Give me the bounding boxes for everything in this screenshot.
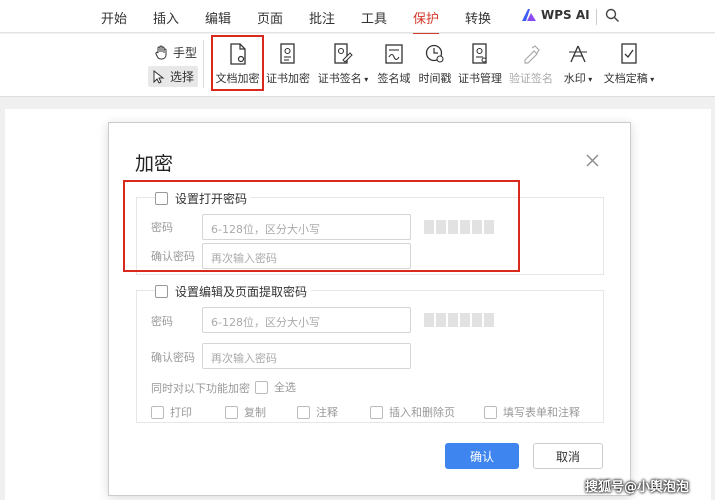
edit-password-checkbox-row[interactable]: 设置编辑及页面提取密码 bbox=[155, 283, 312, 300]
permission-print-row[interactable]: 打印 bbox=[151, 404, 192, 420]
certificate-sign-icon bbox=[334, 43, 353, 64]
chevron-down-icon: ▾ bbox=[361, 75, 369, 84]
certificate-encrypt-label: 证书加密 bbox=[266, 72, 310, 85]
permission-annotate-checkbox[interactable] bbox=[297, 405, 310, 419]
permission-forms-row[interactable]: 填写表单和注释 bbox=[484, 404, 580, 420]
select-tool-button[interactable]: 选择 bbox=[148, 66, 199, 87]
chevron-down-icon: ▾ bbox=[647, 75, 655, 84]
verify-signature-icon bbox=[524, 45, 540, 64]
edit-password-input[interactable]: 6-128位，区分大小写 bbox=[202, 307, 411, 333]
permission-annotate-row[interactable]: 注释 bbox=[297, 404, 338, 420]
timestamp-label: 时间戳 bbox=[418, 72, 452, 85]
hand-tool-label: 手型 bbox=[173, 46, 198, 60]
permission-copy-checkbox[interactable] bbox=[225, 405, 238, 419]
finalize-document-button[interactable]: 文档定稿 ▾ bbox=[602, 42, 656, 90]
timestamp-icon bbox=[425, 44, 444, 63]
confirm-button[interactable]: 确认 bbox=[445, 443, 519, 469]
permission-print-label: 打印 bbox=[170, 406, 192, 419]
edit-password-checkbox[interactable] bbox=[155, 285, 168, 298]
certificate-encrypt-button[interactable]: 证书加密 bbox=[265, 42, 311, 90]
menu-convert[interactable]: 转换 bbox=[465, 8, 491, 27]
menu-bar: 开始 插入 编辑 页面 批注 工具 保护 转换 WPS AI bbox=[0, 0, 715, 35]
certificate-manage-button[interactable]: 证书管理 bbox=[458, 42, 502, 90]
menu-start[interactable]: 开始 bbox=[101, 8, 127, 27]
select-tool-label: 选择 bbox=[170, 70, 195, 84]
highlight-box-encrypt-button bbox=[211, 35, 264, 91]
permission-pages-label: 插入和删除页 bbox=[389, 406, 455, 419]
permission-intro-label: 同时对以下功能加密 bbox=[151, 382, 250, 395]
edit-password-checkbox-label: 设置编辑及页面提取密码 bbox=[175, 285, 308, 299]
verify-signature-label: 验证签名 bbox=[509, 72, 553, 85]
edit-password-label: 密码 bbox=[151, 315, 173, 328]
hand-tool-button[interactable]: 手型 bbox=[150, 42, 201, 63]
wps-ai-label: WPS AI bbox=[541, 8, 590, 22]
permission-print-checkbox[interactable] bbox=[151, 405, 164, 419]
verify-signature-button[interactable]: 验证签名 bbox=[509, 42, 553, 90]
watermark-icon bbox=[569, 45, 587, 63]
watermark-button[interactable]: 水印 ▾ bbox=[561, 42, 595, 90]
permission-pages-row[interactable]: 插入和删除页 bbox=[370, 404, 455, 420]
edit-confirm-input[interactable]: 再次输入密码 bbox=[202, 343, 411, 369]
menu-edit[interactable]: 编辑 bbox=[205, 8, 231, 27]
certificate-sign-label: 证书签名 ▾ bbox=[317, 72, 369, 85]
permission-annotate-label: 注释 bbox=[316, 406, 338, 419]
encrypt-dialog: 加密 设置打开密码 密码 6-128位，区分大小写 确认密码 再次输入密码 设置… bbox=[108, 122, 631, 496]
signature-field-label: 签名域 bbox=[377, 72, 411, 85]
select-all-checkbox-row[interactable]: 全选 bbox=[255, 379, 296, 395]
signature-field-button[interactable]: 签名域 bbox=[377, 42, 411, 90]
timestamp-button[interactable]: 时间戳 bbox=[418, 42, 452, 90]
menu-insert[interactable]: 插入 bbox=[153, 8, 179, 27]
finalize-document-label: 文档定稿 ▾ bbox=[603, 72, 655, 85]
hand-icon bbox=[155, 45, 167, 60]
certificate-manage-label: 证书管理 bbox=[458, 72, 502, 85]
permission-forms-checkbox[interactable] bbox=[484, 405, 497, 419]
edit-confirm-label: 确认密码 bbox=[151, 351, 195, 364]
search-icon[interactable] bbox=[605, 8, 620, 27]
wps-ai-button[interactable]: WPS AI bbox=[521, 8, 590, 22]
toolbar-divider bbox=[203, 40, 204, 88]
menu-tools[interactable]: 工具 bbox=[361, 8, 387, 27]
certificate-sign-button[interactable]: 证书签名 ▾ bbox=[317, 42, 369, 90]
highlight-box-open-password bbox=[123, 180, 520, 272]
menu-protect[interactable]: 保护 bbox=[413, 8, 440, 35]
menu-comment[interactable]: 批注 bbox=[309, 8, 335, 27]
certificate-lock-icon bbox=[280, 43, 295, 64]
certificate-manage-icon bbox=[472, 43, 487, 64]
permission-forms-label: 填写表单和注释 bbox=[503, 406, 580, 419]
menu-page[interactable]: 页面 bbox=[257, 8, 283, 27]
cancel-button[interactable]: 取消 bbox=[533, 443, 603, 469]
edit-password-group: 设置编辑及页面提取密码 密码 6-128位，区分大小写 确认密码 再次输入密码 … bbox=[136, 283, 604, 423]
watermark-text: 搜狐号@小舆泡泡 bbox=[585, 480, 690, 495]
permission-copy-label: 复制 bbox=[244, 406, 266, 419]
permission-pages-checkbox[interactable] bbox=[370, 405, 383, 419]
select-all-checkbox[interactable] bbox=[255, 380, 268, 394]
permission-copy-row[interactable]: 复制 bbox=[225, 404, 266, 420]
cursor-icon bbox=[153, 69, 165, 84]
dialog-title: 加密 bbox=[135, 153, 174, 175]
wps-ai-logo-icon bbox=[522, 9, 536, 21]
edit-password-strength-meter bbox=[424, 313, 494, 327]
select-all-label: 全选 bbox=[274, 381, 296, 394]
ribbon-toolbar: 手型 选择 文档加密 证书加密 证书签名 ▾ 签名域 时间戳 证书管理 验证签名 bbox=[0, 34, 715, 97]
signature-field-icon bbox=[385, 44, 403, 64]
chevron-down-icon: ▾ bbox=[585, 75, 593, 84]
menu-divider bbox=[596, 9, 597, 25]
watermark-label: 水印 ▾ bbox=[563, 72, 593, 85]
close-icon[interactable] bbox=[586, 152, 599, 171]
finalize-icon bbox=[621, 43, 637, 64]
